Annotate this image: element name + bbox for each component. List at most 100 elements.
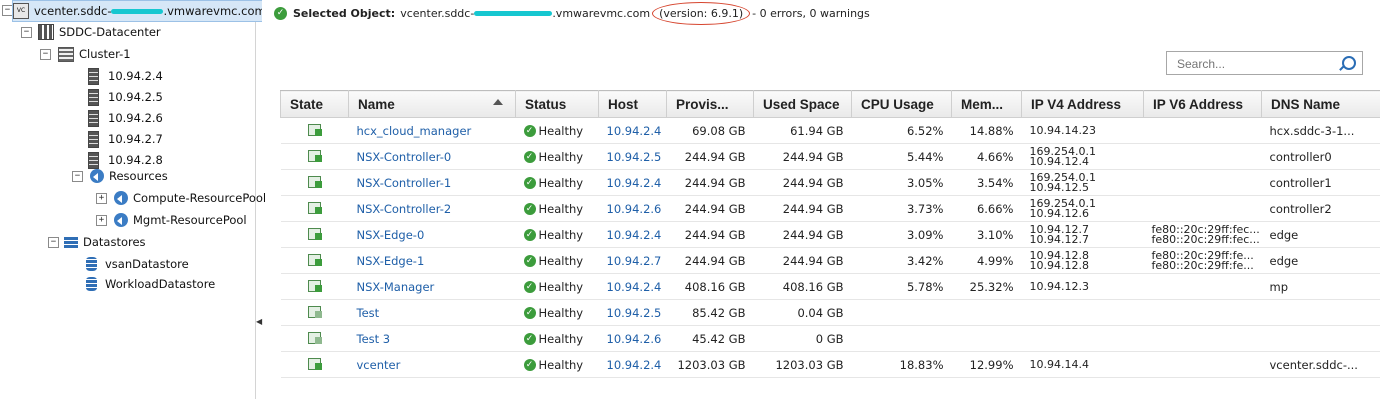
status-cell: ✓ Healthy: [515, 325, 599, 352]
collapse-cluster-toggle[interactable]: −: [40, 49, 51, 60]
status-cell: ✓ Healthy: [515, 247, 599, 274]
column-header-used-space[interactable]: Used Space: [753, 90, 852, 118]
vm-name-link[interactable]: Test 3: [348, 325, 516, 352]
used-space-cell: 0.04 GB: [753, 299, 852, 326]
column-header-status[interactable]: Status: [515, 90, 599, 118]
host-link[interactable]: 10.94.2.7: [598, 247, 667, 274]
host-label: 10.94.2.4: [108, 69, 163, 83]
search-input[interactable]: [1175, 53, 1339, 75]
host-icon: [88, 88, 99, 106]
tree-node-vcenter[interactable]: VC vcenter.sddc- .vmwarevmc.com: [12, 0, 271, 22]
host-link[interactable]: 10.94.2.5: [598, 143, 667, 170]
column-header-label: Provis...: [676, 96, 729, 112]
tree-node-datastore[interactable]: vsanDatastore: [86, 254, 189, 274]
vm-power-off-icon: [307, 330, 322, 344]
ipv4-line: 10.94.14.23: [1029, 123, 1096, 137]
version-text: (version: 6.9.1): [659, 7, 744, 20]
used-space-cell: 244.94 GB: [753, 143, 852, 170]
datastores-icon: [64, 236, 78, 248]
collapse-datastores-toggle[interactable]: −: [48, 237, 59, 248]
error-summary: - 0 errors, 0 warnings: [752, 7, 870, 20]
column-header-ipv6[interactable]: IP V6 Address: [1143, 90, 1262, 118]
column-header-state[interactable]: State: [280, 90, 349, 118]
tree-node-resource-pool[interactable]: Compute-ResourcePool: [114, 188, 266, 208]
tree-node-host[interactable]: 10.94.2.5: [86, 87, 163, 107]
status-text: Healthy: [538, 149, 584, 164]
table-row[interactable]: Test 3 ✓ Healthy 10.94.2.6 45.42 GB 0 GB: [280, 325, 1380, 352]
host-link[interactable]: 10.94.2.4: [598, 117, 667, 144]
table-row[interactable]: NSX-Controller-1 ✓ Healthy 10.94.2.4 244.94 …: [280, 169, 1380, 196]
vm-name-link[interactable]: NSX-Controller-2: [348, 195, 516, 222]
vm-name-link[interactable]: NSX-Edge-0: [348, 221, 516, 248]
tree-node-host[interactable]: 10.94.2.6: [86, 108, 163, 128]
state-cell: [280, 247, 349, 274]
tree-node-host[interactable]: 10.94.2.4: [86, 66, 163, 86]
datastore-label: vsanDatastore: [105, 257, 189, 271]
table-row[interactable]: NSX-Manager ✓ Healthy 10.94.2.4 408.16 GB 408…: [280, 273, 1380, 300]
memory-cell: 12.99%: [951, 351, 1022, 378]
vm-name-link[interactable]: NSX-Controller-0: [348, 143, 516, 170]
column-header-host[interactable]: Host: [598, 90, 667, 118]
column-header-provisioned[interactable]: Provis...: [666, 90, 754, 118]
table-row[interactable]: NSX-Edge-1 ✓ Healthy 10.94.2.7 244.94 GB 244.…: [280, 247, 1380, 274]
vm-name-link[interactable]: Test: [348, 299, 516, 326]
column-header-name[interactable]: Name: [348, 90, 516, 118]
vm-power-off-icon: [307, 304, 322, 318]
version-annotation-circle: (version: 6.9.1): [652, 2, 751, 25]
memory-cell: [951, 299, 1022, 326]
host-link[interactable]: 10.94.2.6: [598, 325, 667, 352]
expand-pool-toggle[interactable]: +: [96, 215, 107, 226]
table-row[interactable]: vcenter ✓ Healthy 10.94.2.4 1203.03 GB 1203.0…: [280, 351, 1380, 378]
host-link[interactable]: 10.94.2.6: [598, 195, 667, 222]
used-space-cell: 61.94 GB: [753, 117, 852, 144]
used-space-cell: 408.16 GB: [753, 273, 852, 300]
vm-power-on-icon: [307, 252, 322, 266]
column-header-dns-name[interactable]: DNS Name: [1261, 90, 1380, 118]
column-header-memory[interactable]: Mem...: [951, 90, 1022, 118]
host-label: 10.94.2.5: [108, 90, 163, 104]
table-row[interactable]: NSX-Edge-0 ✓ Healthy 10.94.2.4 244.94 GB 244.…: [280, 221, 1380, 248]
tree-node-datacenter[interactable]: SDDC-Datacenter: [38, 22, 161, 42]
tree-node-host[interactable]: 10.94.2.7: [86, 129, 163, 149]
vm-name-link[interactable]: hcx_cloud_manager: [348, 117, 516, 144]
table-row[interactable]: NSX-Controller-2 ✓ Healthy 10.94.2.6 244.94 …: [280, 195, 1380, 222]
vm-name-link[interactable]: NSX-Manager: [348, 273, 516, 300]
tree-node-resource-pool[interactable]: Mgmt-ResourcePool: [114, 210, 247, 230]
host-label: 10.94.2.8: [108, 153, 163, 167]
status-text: Healthy: [538, 253, 584, 268]
expand-pool-toggle[interactable]: +: [96, 193, 107, 204]
status-cell: ✓ Healthy: [515, 169, 599, 196]
column-header-ipv4[interactable]: IP V4 Address: [1021, 90, 1144, 118]
ipv6-cell: fe80::20c:29ff:fe... fe80::20c:29ff:fe...: [1143, 247, 1262, 274]
host-link[interactable]: 10.94.2.4: [598, 351, 667, 378]
tree-node-datastore[interactable]: WorkloadDatastore: [86, 274, 215, 294]
table-row[interactable]: NSX-Controller-0 ✓ Healthy 10.94.2.5 244.94 …: [280, 143, 1380, 170]
vm-power-on-icon: [307, 200, 322, 214]
host-icon: [88, 109, 99, 127]
vm-name-link[interactable]: NSX-Edge-1: [348, 247, 516, 274]
host-link[interactable]: 10.94.2.4: [598, 169, 667, 196]
collapse-datacenter-toggle[interactable]: −: [21, 27, 32, 38]
host-link[interactable]: 10.94.2.4: [598, 221, 667, 248]
cpu-usage-cell: 3.05%: [851, 169, 952, 196]
host-icon: [88, 130, 99, 148]
host-label: 10.94.2.6: [108, 111, 163, 125]
cpu-usage-cell: 6.52%: [851, 117, 952, 144]
provisioned-cell: 244.94 GB: [666, 195, 754, 222]
tree-node-resources[interactable]: Resources: [90, 166, 168, 186]
tree-node-datastores[interactable]: Datastores: [64, 232, 146, 252]
table-row[interactable]: Test ✓ Healthy 10.94.2.5 85.42 GB 0.04 GB: [280, 299, 1380, 326]
ipv4-line: 10.94.12.6: [1029, 206, 1089, 220]
collapse-resources-toggle[interactable]: −: [72, 171, 83, 182]
vm-name-link[interactable]: NSX-Controller-1: [348, 169, 516, 196]
vm-name-link[interactable]: vcenter: [348, 351, 516, 378]
table-row[interactable]: hcx_cloud_manager ✓ Healthy 10.94.2.4 69.08 …: [280, 117, 1380, 144]
ipv4-cell: 169.254.0.1 10.94.12.4: [1021, 143, 1144, 170]
dns-name-cell: edge: [1261, 247, 1380, 274]
host-link[interactable]: 10.94.2.4: [598, 273, 667, 300]
column-header-cpu-usage[interactable]: CPU Usage: [851, 90, 952, 118]
search-icon[interactable]: [1342, 56, 1356, 70]
tree-node-cluster[interactable]: Cluster-1: [58, 44, 131, 64]
panel-collapse-arrow-icon[interactable]: ◀: [256, 317, 262, 326]
host-link[interactable]: 10.94.2.5: [598, 299, 667, 326]
